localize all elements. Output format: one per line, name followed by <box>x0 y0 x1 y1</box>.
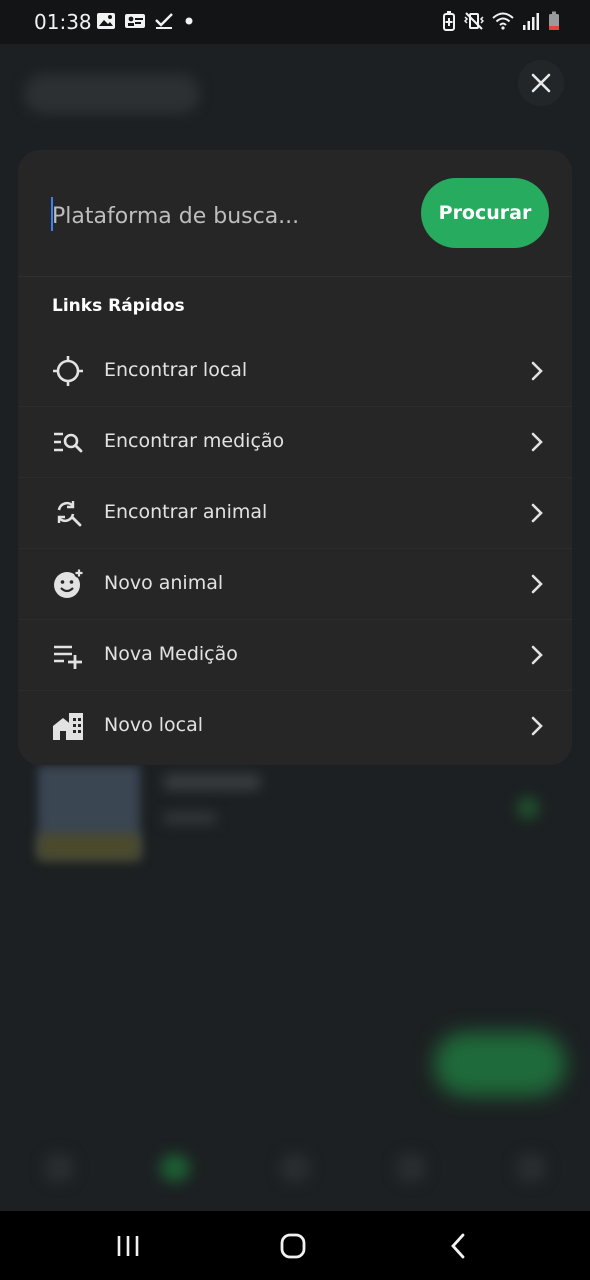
home-icon <box>280 1233 306 1259</box>
animal-card-subtitle <box>164 812 216 824</box>
vibrate-mute-icon <box>464 12 484 30</box>
chevron-right-icon <box>531 432 543 452</box>
quick-link-new-measurement[interactable]: Nova Medição <box>18 620 572 691</box>
status-bar: 01:38 <box>0 0 590 44</box>
recent-apps-icon <box>117 1236 139 1256</box>
face-plus-icon <box>52 568 84 600</box>
quick-link-find-animal[interactable]: Encontrar animal <box>18 478 572 549</box>
bottom-nav <box>0 1134 590 1211</box>
bottom-nav-icon <box>516 1154 546 1182</box>
animal-card-title <box>164 774 260 790</box>
quick-link-find-location[interactable]: Encontrar local <box>18 336 572 407</box>
search-modal: Procurar Links Rápidos Encontrar local E… <box>18 150 572 765</box>
battery-saver-icon <box>443 11 455 31</box>
chevron-right-icon <box>531 574 543 594</box>
signal-icon <box>523 13 539 30</box>
system-navigation-bar <box>0 1211 590 1280</box>
bottom-nav-icon-active <box>160 1154 190 1182</box>
list-plus-icon <box>52 639 84 671</box>
check-icon <box>155 13 173 29</box>
chevron-right-icon <box>531 716 543 736</box>
list-search-icon <box>52 426 84 458</box>
battery-low-icon <box>549 11 559 30</box>
dot-icon <box>185 17 193 25</box>
quick-link-find-measurement[interactable]: Encontrar medição <box>18 407 572 478</box>
contact-card-icon <box>125 14 145 28</box>
status-system-icons <box>442 11 560 31</box>
recent-apps-button[interactable] <box>108 1231 148 1261</box>
quick-link-label: Encontrar animal <box>104 501 268 523</box>
quick-link-label: Novo animal <box>104 572 224 594</box>
quick-link-label: Novo local <box>104 714 204 736</box>
close-button[interactable] <box>518 60 564 106</box>
bottom-nav-icon <box>44 1154 74 1182</box>
add-fab-button <box>434 1032 566 1096</box>
quick-link-new-animal[interactable]: Novo animal <box>18 549 572 620</box>
status-time: 01:38 <box>34 10 92 34</box>
search-bar: Procurar <box>18 150 572 277</box>
quick-links-title: Links Rápidos <box>52 296 185 316</box>
bottom-nav-icon <box>280 1154 310 1182</box>
search-button[interactable]: Procurar <box>421 178 549 248</box>
search-refresh-icon <box>52 497 84 529</box>
app-logo <box>24 74 200 114</box>
chevron-right-icon <box>531 503 543 523</box>
home-button[interactable] <box>273 1231 313 1261</box>
quick-links-list: Encontrar local Encontrar medição Encont… <box>18 336 572 761</box>
crosshair-icon <box>52 355 84 387</box>
search-input[interactable] <box>52 194 392 238</box>
back-button[interactable] <box>439 1231 479 1261</box>
status-notification-icons <box>96 12 196 30</box>
bottom-nav-icon <box>396 1154 426 1182</box>
close-icon <box>531 73 551 93</box>
quick-link-label: Encontrar medição <box>104 430 285 452</box>
animal-card-status-dot <box>516 796 540 820</box>
chevron-right-icon <box>531 645 543 665</box>
quick-link-label: Nova Medição <box>104 643 238 665</box>
image-icon <box>97 13 115 29</box>
chevron-right-icon <box>531 361 543 381</box>
building-icon <box>52 710 84 742</box>
quick-link-label: Encontrar local <box>104 359 248 381</box>
quick-link-new-location[interactable]: Novo local <box>18 691 572 761</box>
animal-card-image-footer <box>38 834 140 860</box>
wifi-icon <box>492 12 514 30</box>
back-icon <box>451 1233 465 1259</box>
